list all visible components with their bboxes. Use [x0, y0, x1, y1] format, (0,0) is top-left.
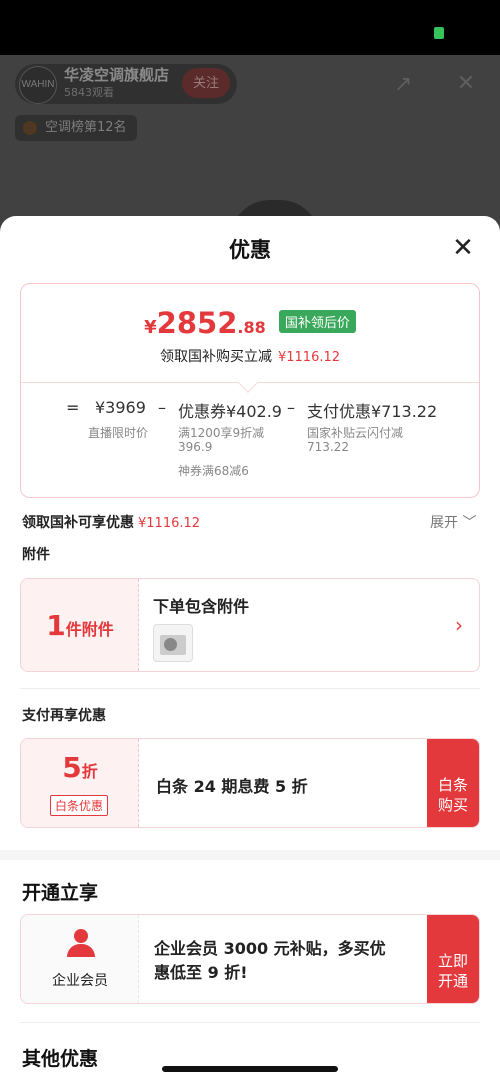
price-decimal: .88: [237, 318, 266, 337]
viewer-count: 5843观看: [64, 86, 114, 99]
final-price: ¥2852.88 国补领后价: [21, 306, 479, 340]
battery-icon: [434, 27, 444, 39]
store-avatar[interactable]: WAHIN: [19, 66, 57, 104]
payment-note-line2: 713.22: [307, 440, 349, 454]
open-now-line1: 立即: [437, 953, 468, 970]
gov-subsidy-line: 领取国补购买立减 ¥1116.12: [21, 346, 479, 366]
payment-note-line1: 国家补贴云闪付减: [307, 426, 404, 440]
other-section-title: 其他优惠: [22, 1048, 99, 1070]
baitiao-discount-panel: 5折 白条优惠: [21, 739, 139, 827]
attachment-count-panel: 1件附件: [21, 579, 139, 671]
attachments-section-label: 附件: [22, 547, 50, 563]
section-divider: [20, 688, 480, 689]
coupon-note: 满1200享9折减 396.9: [178, 426, 264, 454]
subsidy-summary-label: 领取国补可享优惠: [22, 515, 134, 531]
follow-button[interactable]: 关注: [182, 68, 230, 98]
coupon-discount: 优惠券¥402.9: [178, 402, 282, 421]
discount-sheet: 优惠 ✕ ¥2852.88 国补领后价 领取国补购买立减 ¥1116.12 = ¥…: [0, 216, 500, 1081]
person-icon-body: [67, 944, 95, 957]
enterprise-member-icon: [67, 929, 95, 957]
status-bar: [0, 0, 500, 55]
membership-offer-line1: 企业会员 3000 元补贴，多买优: [154, 939, 386, 958]
subsidy-summary-amount: ¥1116.12: [138, 516, 201, 531]
baitiao-badge: 白条优惠: [50, 795, 109, 816]
attachment-count: 1件附件: [21, 609, 139, 642]
attachment-title: 下单包含附件: [153, 597, 250, 616]
membership-offer-text: 企业会员 3000 元补贴，多买优 惠低至 9 折!: [154, 937, 386, 985]
final-price-panel: ¥2852.88 国补领后价 领取国补购买立减 ¥1116.12: [21, 284, 479, 383]
expand-button[interactable]: 展开 ﹀: [430, 512, 476, 532]
baitiao-offer-card[interactable]: 5折 白条优惠 白条 24 期息费 5 折 白条 购买: [20, 738, 480, 828]
open-now-button[interactable]: 立即 开通: [427, 915, 479, 1003]
minus-sign: –: [158, 398, 166, 417]
price-currency: ¥: [144, 317, 157, 338]
coupon-note-line1: 满1200享9折减: [178, 426, 265, 440]
open-section-title: 开通立享: [22, 882, 99, 904]
subsidy-summary: 领取国补可享优惠 ¥1116.12: [22, 512, 200, 532]
attachment-card[interactable]: 1件附件 下单包含附件 ›: [20, 578, 480, 672]
price-tag-badge: 国补领后价: [278, 310, 356, 333]
baitiao-discount: 5折: [21, 751, 139, 784]
discount-number: 5: [62, 751, 82, 784]
close-stream-icon[interactable]: ✕: [452, 70, 480, 98]
coupon-note-line2: 396.9: [178, 440, 213, 454]
equals-sign: =: [66, 398, 80, 417]
baitiao-buy-line1: 白条: [437, 777, 468, 794]
membership-offer-line2: 惠低至 9 折!: [154, 963, 248, 982]
chevron-right-icon[interactable]: ›: [455, 613, 463, 637]
attachment-product-image[interactable]: [153, 624, 193, 662]
section-divider-2: [20, 1022, 480, 1023]
section-divider-band: [0, 850, 500, 860]
baitiao-buy-line2: 购买: [437, 797, 468, 814]
price-integer: 2852: [156, 306, 238, 340]
share-icon[interactable]: ↗: [394, 72, 422, 97]
base-price: ¥3969: [95, 398, 146, 417]
price-breakdown-card: ¥2852.88 国补领后价 领取国补购买立减 ¥1116.12 = ¥3969 …: [20, 283, 480, 498]
sheet-title: 优惠: [229, 238, 271, 262]
open-now-line2: 开通: [437, 973, 468, 990]
baitiao-buy-button[interactable]: 白条 购买: [427, 739, 479, 827]
base-price-note: 直播限时价: [88, 426, 149, 440]
coupon-note-2: 神券满68减6: [178, 464, 249, 478]
gov-subsidy-label: 领取国补购买立减: [159, 349, 272, 365]
store-name[interactable]: 华凌空调旗舰店: [64, 64, 169, 85]
payment-discount: 支付优惠¥713.22: [307, 402, 438, 421]
fan-image: [164, 638, 177, 651]
payment-section-label: 支付再享优惠: [22, 708, 106, 724]
attachment-count-number: 1: [46, 609, 66, 642]
member-label: 企业会员: [52, 973, 108, 989]
home-indicator[interactable]: [162, 1066, 338, 1072]
rank-badge[interactable]: 空调榜第12名: [15, 115, 137, 141]
membership-offer-card[interactable]: 企业会员 企业会员 3000 元补贴，多买优 惠低至 9 折! 立即 开通: [20, 914, 480, 1004]
attachment-count-suffix: 件附件: [65, 620, 114, 639]
discount-unit: 折: [81, 762, 98, 781]
baitiao-offer-text: 白条 24 期息费 5 折: [156, 777, 308, 796]
person-icon-head: [74, 929, 88, 943]
minus-sign-2: –: [287, 398, 295, 417]
payment-note: 国家补贴云闪付减 713.22: [307, 426, 403, 454]
close-icon[interactable]: ✕: [448, 234, 478, 264]
membership-panel: 企业会员: [21, 915, 139, 1003]
gov-subsidy-amount: ¥1116.12: [277, 350, 341, 365]
